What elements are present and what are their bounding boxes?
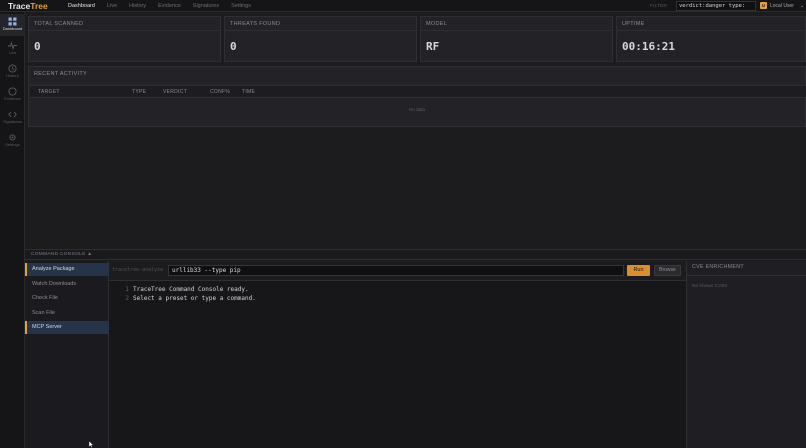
grid-icon: [8, 17, 17, 26]
sidebar-item-label: Live: [8, 50, 17, 55]
sidebar-item-label: Signatures: [2, 119, 23, 124]
stat-value: 00:16:21: [622, 40, 675, 53]
clock-icon: [8, 64, 17, 73]
cve-enrichment-panel: CVE ENRICHMENT No known CVEs: [686, 261, 806, 448]
line-number: 2: [125, 295, 129, 302]
column-header-target[interactable]: TARGET: [38, 86, 60, 99]
empty-state-text: No known CVEs: [692, 284, 727, 289]
sidebar: Dashboard Live History Evidence Signatur…: [0, 12, 25, 448]
sidebar-item-label: Evidence: [4, 96, 21, 101]
empty-state-text: No data: [409, 107, 425, 112]
preset-scan-file[interactable]: Scan File: [25, 307, 109, 320]
output-line: 2 Select a preset or type a command.: [121, 294, 256, 303]
stat-card-total-scanned: TOTAL SCANNED 0: [28, 16, 221, 62]
column-header-time[interactable]: TIME: [242, 86, 255, 99]
panel-title: CVE ENRICHMENT: [692, 264, 744, 270]
app-logo[interactable]: TraceTree: [8, 0, 48, 12]
stat-title: TOTAL SCANNED: [34, 21, 84, 27]
preset-check-file[interactable]: Check File: [25, 292, 109, 305]
panel-title: RECENT ACTIVITY: [34, 71, 87, 77]
command-input[interactable]: urllib33 --type pip: [168, 265, 624, 276]
preset-list: Analyze Package Watch Downloads Check Fi…: [25, 261, 109, 448]
preset-analyze-package[interactable]: Analyze Package: [25, 263, 109, 276]
sidebar-item-label: History: [6, 73, 19, 78]
divider: [29, 30, 220, 31]
mouse-cursor-icon: [89, 441, 94, 448]
stat-card-uptime: UPTIME 00:16:21: [616, 16, 806, 62]
nav-live[interactable]: Live: [101, 0, 123, 12]
filter-label: FILTER: [650, 3, 667, 8]
divider: [421, 30, 612, 31]
user-name[interactable]: Local User: [770, 0, 794, 12]
preset-watch-downloads[interactable]: Watch Downloads: [25, 278, 109, 291]
sidebar-item-label: Settings: [5, 142, 20, 147]
console-output[interactable]: 1 TraceTree Command Console ready. 2 Selec…: [109, 280, 686, 448]
browse-button[interactable]: Browse: [654, 265, 681, 276]
top-nav: Dashboard Live History Evidence Signatur…: [62, 0, 257, 12]
command-console-toggle[interactable]: COMMAND CONSOLE ▲: [25, 249, 806, 260]
circle-icon: [8, 87, 17, 96]
divider: [687, 275, 806, 276]
column-header-type[interactable]: TYPE: [132, 86, 146, 99]
console-bar-label: COMMAND CONSOLE ▲: [31, 252, 93, 257]
nav-signatures[interactable]: Signatures: [187, 0, 225, 12]
recent-activity-panel: RECENT ACTIVITY TARGET TYPE VERDICT CONF…: [28, 66, 806, 127]
stat-title: UPTIME: [622, 21, 645, 27]
stat-title: THREATS FOUND: [230, 21, 281, 27]
user-avatar[interactable]: U: [760, 2, 767, 9]
nav-settings[interactable]: Settings: [225, 0, 257, 12]
table-header: TARGET TYPE VERDICT CONF% TIME: [30, 85, 806, 98]
line-number: 1: [125, 286, 129, 293]
column-header-confidence[interactable]: CONF%: [210, 86, 230, 99]
preset-mcp-server[interactable]: MCP Server: [25, 321, 109, 334]
sidebar-item-signatures[interactable]: Signatures: [0, 107, 25, 129]
divider: [225, 30, 416, 31]
pulse-icon: [8, 41, 17, 50]
sidebar-item-live[interactable]: Live: [0, 38, 25, 60]
output-text: Select a preset or type a command.: [133, 295, 256, 302]
command-input-row: tracetree-analyze urllib33 --type pip Ru…: [109, 263, 686, 278]
gear-icon: [9, 134, 16, 141]
command-prompt-label: tracetree-analyze: [112, 267, 164, 273]
sidebar-item-settings[interactable]: Settings: [0, 130, 25, 152]
sidebar-item-history[interactable]: History: [0, 61, 25, 83]
stat-card-model: MODEL RF: [420, 16, 613, 62]
stat-value: RF: [426, 40, 440, 53]
sidebar-item-evidence[interactable]: Evidence: [0, 84, 25, 106]
output-text: TraceTree Command Console ready.: [133, 286, 249, 293]
top-bar: TraceTree Dashboard Live History Evidenc…: [0, 0, 806, 12]
nav-dashboard[interactable]: Dashboard: [62, 0, 101, 12]
stat-title: MODEL: [426, 21, 448, 27]
nav-history[interactable]: History: [123, 0, 152, 12]
code-icon: [8, 111, 17, 118]
sidebar-item-dashboard[interactable]: Dashboard: [0, 14, 25, 36]
output-line: 1 TraceTree Command Console ready.: [121, 285, 249, 294]
filter-input[interactable]: verdict:danger type:: [676, 1, 756, 11]
stat-value: 0: [230, 40, 237, 53]
column-header-verdict[interactable]: VERDICT: [163, 86, 187, 99]
stat-value: 0: [34, 40, 41, 53]
run-button[interactable]: Run: [627, 265, 650, 276]
sidebar-item-label: Dashboard: [2, 26, 23, 31]
stat-card-threats-found: THREATS FOUND 0: [224, 16, 417, 62]
divider: [617, 30, 805, 31]
nav-evidence[interactable]: Evidence: [152, 0, 187, 12]
user-menu-chevron-icon[interactable]: ⌄: [800, 0, 804, 12]
